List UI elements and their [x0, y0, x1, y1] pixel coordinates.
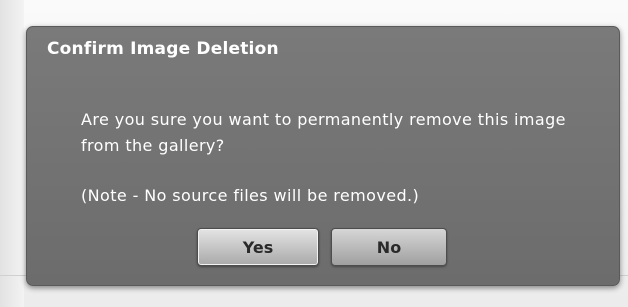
confirm-delete-dialog: Confirm Image Deletion Are you sure you … [26, 26, 620, 286]
yes-button[interactable]: Yes [197, 228, 319, 266]
dialog-note: (Note - No source files will be removed.… [81, 186, 420, 205]
no-button[interactable]: No [331, 228, 447, 266]
dialog-title: Confirm Image Deletion [47, 39, 279, 59]
dialog-message: Are you sure you want to permanently rem… [81, 110, 566, 155]
page-edge [0, 0, 24, 307]
